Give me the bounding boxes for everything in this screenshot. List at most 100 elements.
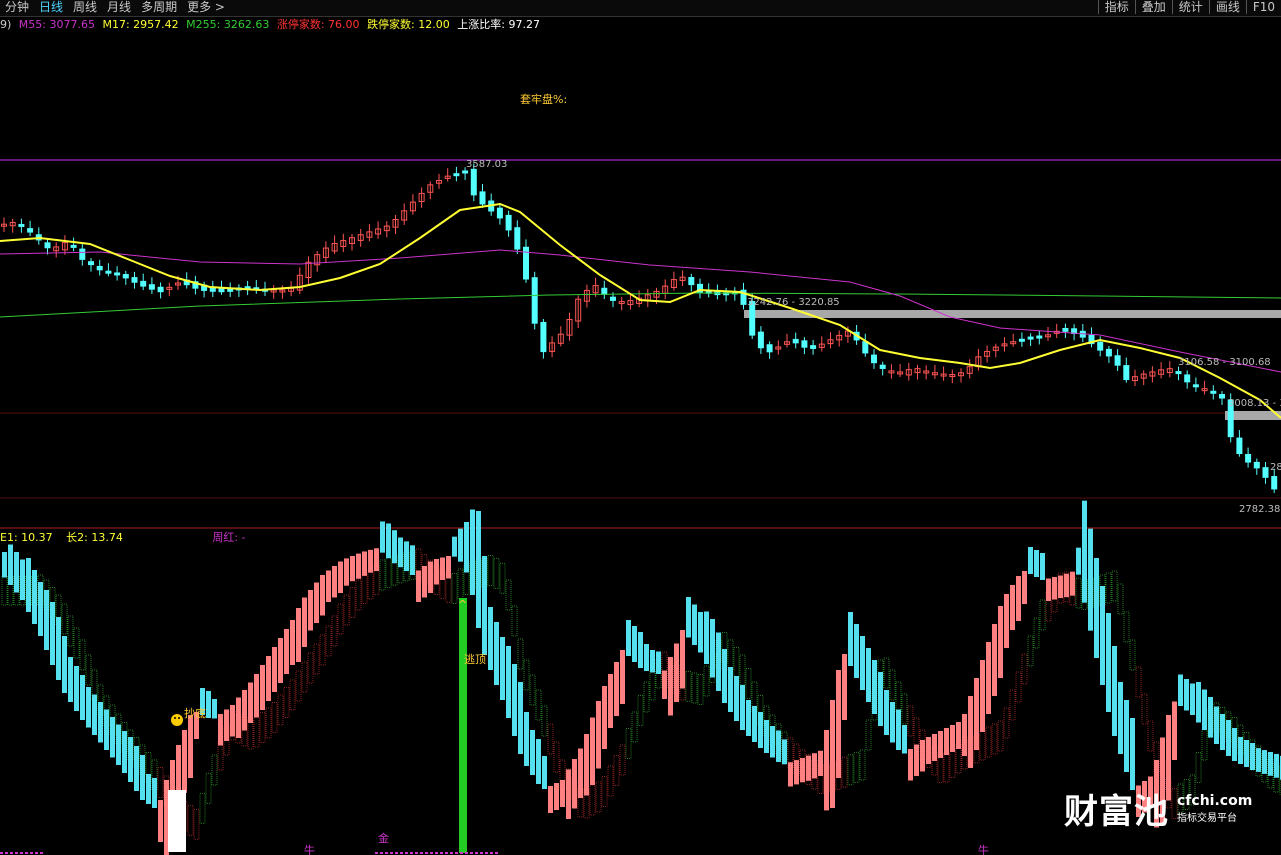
- oscillator-bar: [482, 556, 487, 655]
- oscillator-bar: [476, 511, 481, 628]
- oscillator-bar: [416, 570, 421, 602]
- lag-ladder-bar: [253, 716, 260, 748]
- oscillator-bar: [254, 674, 259, 718]
- oscillator-bar: [1058, 575, 1063, 598]
- oscillator-bar: [794, 760, 799, 785]
- oscillator-bar: [524, 712, 529, 766]
- lag-ladder-bar: [883, 657, 890, 689]
- oscillator-bar: [938, 731, 943, 758]
- lag-ladder-bar: [553, 741, 560, 773]
- lag-ladder-bar: [733, 647, 740, 678]
- oscillator-bar: [650, 650, 655, 673]
- oscillator-bar: [110, 717, 115, 758]
- oscillator-bar: [752, 706, 757, 742]
- oscillator-bar: [434, 559, 439, 585]
- lag-ladder-bar: [841, 756, 848, 788]
- trapped-label: 套牢盘%:: [520, 92, 567, 106]
- lag-ladder-bar: [349, 587, 356, 618]
- oscillator-bar: [782, 739, 787, 765]
- lag-ladder-bar: [943, 751, 950, 783]
- lag-ladder-bar: [277, 694, 284, 726]
- lag-ladder-bar: [1033, 617, 1040, 649]
- oscillator-bar: [1106, 613, 1111, 712]
- oscillator-bar: [614, 662, 619, 716]
- lag-ladder-bar: [907, 705, 914, 737]
- lag-ladder-bar: [739, 654, 746, 686]
- lag-ladder-bar: [979, 729, 986, 761]
- lag-ladder-bar: [517, 638, 524, 670]
- oscillator-bar: [686, 597, 691, 638]
- oscillator-bar: [350, 556, 355, 582]
- oscillator-bar: [716, 632, 721, 691]
- lag-ladder-bar: [1015, 671, 1022, 703]
- lag-ladder-bar: [361, 573, 368, 604]
- oscillator-bar: [914, 744, 919, 776]
- lag-ladder-bar: [493, 557, 500, 589]
- oscillator-bar: [344, 558, 349, 586]
- oscillator-bar: [692, 604, 697, 645]
- lag-ladder-bar: [85, 654, 92, 686]
- oscillator-bar: [362, 551, 367, 576]
- lag-ladder-bar: [685, 671, 692, 702]
- oscillator-bar: [566, 769, 571, 819]
- oscillator-bar: [764, 720, 769, 753]
- oscillator-bar: [518, 682, 523, 754]
- lag-ladder-bar: [601, 776, 608, 807]
- lag-ladder-bar: [865, 719, 872, 751]
- oscillator-bar: [620, 650, 625, 704]
- lag-ladder-bar: [607, 765, 614, 797]
- oscillator-bar: [386, 523, 391, 559]
- oscillator-bar: [68, 657, 73, 702]
- lag-ladder-bar: [331, 615, 338, 647]
- escape-signal-bar: [459, 598, 467, 853]
- oscillator-bar: [1040, 553, 1045, 580]
- oscillator-bar: [1184, 679, 1189, 711]
- oscillator-bar: [1088, 528, 1093, 631]
- oscillator-bar: [44, 590, 49, 650]
- kline-chart[interactable]: 3587.03 3242.76 - 3220.85 3106.58 - 3100…: [0, 0, 1281, 855]
- range-label-1: 3242.76 - 3220.85: [747, 297, 840, 308]
- lag-ladder-bar: [1105, 572, 1112, 604]
- lag-ladder-bar: [1021, 653, 1028, 685]
- lag-ladder-bar: [1123, 611, 1130, 643]
- oscillator-bar: [500, 637, 505, 700]
- oscillator-bar: [1196, 682, 1201, 723]
- lag-ladder-bar: [247, 718, 254, 750]
- oscillator-bar: [554, 783, 559, 810]
- oscillator-bar: [314, 582, 319, 623]
- lag-ladder-bar: [1201, 729, 1208, 761]
- oscillator-bar: [590, 717, 595, 785]
- lag-ladder-bar: [889, 669, 896, 701]
- lag-ladder-bar: [1039, 599, 1046, 631]
- lag-ladder-bar: [1, 574, 8, 606]
- oscillator-bar: [986, 642, 991, 714]
- oscillator-bar: [230, 705, 235, 737]
- oscillator-bar: [926, 737, 931, 764]
- oscillator-bar: [452, 536, 457, 557]
- oscillator-bar: [812, 753, 817, 779]
- high-price-label: 3587.03: [466, 159, 507, 170]
- oscillator-bar: [266, 656, 271, 701]
- lag-ladder-bar: [1129, 639, 1136, 671]
- oscillator-bar: [572, 759, 577, 809]
- lag-ladder-bar: [1003, 707, 1010, 739]
- oscillator-bar: [212, 699, 217, 719]
- oscillator-bar: [284, 629, 289, 674]
- lag-ladder-bar: [385, 557, 392, 589]
- lag-ladder-bar: [355, 579, 362, 611]
- oscillator-bar: [458, 528, 463, 562]
- oscillator-bar: [770, 726, 775, 758]
- oscillator-bar: [848, 612, 853, 666]
- lag-ladder-bar: [613, 755, 620, 786]
- oscillator-bar: [632, 626, 637, 662]
- lag-ladder-bar: [79, 639, 86, 671]
- oscillator-bar: [1244, 740, 1249, 767]
- lag-ladder-bar: [1117, 583, 1124, 615]
- oscillator-bar: [806, 755, 811, 781]
- oscillator-bar: [902, 725, 907, 754]
- lag-ladder-bar: [1111, 570, 1118, 602]
- lag-ladder-bar: [523, 659, 530, 691]
- oscillator-bar: [380, 521, 385, 553]
- lag-ladder-bar: [289, 679, 296, 711]
- lag-ladder-bar: [847, 754, 854, 786]
